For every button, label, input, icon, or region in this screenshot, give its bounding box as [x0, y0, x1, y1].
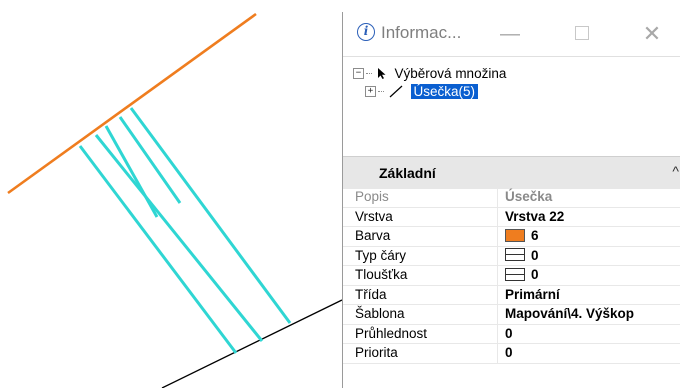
property-row-priorita[interactable]: Priorita 0: [343, 344, 680, 364]
property-label: Vrstva: [355, 208, 393, 224]
cyan-segment-3[interactable]: [104, 125, 159, 218]
lineweight-icon: [505, 267, 525, 281]
property-label: Průhlednost: [355, 325, 428, 341]
property-label: Šablona: [355, 306, 405, 321]
line-icon: [389, 85, 403, 98]
property-label: Tloušťka: [355, 267, 408, 282]
tree-label-selection-set: Výběrová množina: [394, 65, 507, 81]
close-button[interactable]: ✕: [637, 19, 667, 49]
property-row-vrstva[interactable]: Vrstva Vrstva 22: [343, 207, 680, 227]
tree-item-line[interactable]: + Úsečka(5): [365, 83, 479, 100]
property-row-barva[interactable]: Barva 6: [343, 227, 680, 247]
property-value: 6: [531, 228, 539, 243]
property-row-sablona[interactable]: Šablona Mapování\4. Výškop: [343, 305, 680, 325]
property-label: Typ čáry: [355, 247, 407, 263]
chevron-up-icon[interactable]: ^: [672, 163, 679, 179]
expand-toggle-icon[interactable]: +: [365, 85, 376, 97]
maximize-button[interactable]: [567, 19, 597, 49]
cyan-segment-1[interactable]: [78, 145, 238, 354]
tree-item-selection-set[interactable]: − Výběrová množina: [353, 65, 506, 82]
panel-titlebar[interactable]: i Informac... — ✕: [343, 12, 680, 56]
collapse-toggle-icon[interactable]: −: [353, 67, 364, 79]
panel-title: Informac...: [381, 23, 462, 42]
property-value: Mapování\4. Výškop: [505, 306, 635, 321]
black-boundary-line[interactable]: [161, 299, 343, 388]
section-title: Základní: [379, 165, 436, 181]
property-row-typ-cary[interactable]: Typ čáry 0: [343, 246, 680, 266]
linestyle-icon: [505, 248, 525, 262]
maximize-icon: [575, 26, 589, 41]
tree-label-line: Úsečka(5): [410, 83, 479, 99]
property-value: Vrstva 22: [505, 208, 565, 224]
property-value: Primární: [505, 286, 560, 302]
section-basic-header[interactable]: Základní ^: [343, 156, 680, 189]
info-icon: i: [357, 23, 375, 41]
property-value: 0: [505, 325, 513, 341]
selection-tree: − Výběrová množina + Úsečka(5): [343, 56, 680, 157]
property-row-popis[interactable]: Popis Úsečka: [343, 188, 680, 208]
properties-grid: Popis Úsečka Vrstva Vrstva 22 Barva 6 Ty…: [343, 188, 680, 364]
property-row-pruhlednost[interactable]: Průhlednost 0: [343, 324, 680, 344]
property-row-tloustka[interactable]: Tloušťka 0: [343, 266, 680, 286]
property-label: Třída: [355, 286, 387, 302]
property-value: 0: [505, 345, 513, 360]
color-swatch: [505, 228, 525, 242]
property-value: 0: [531, 267, 539, 282]
property-label: Barva: [355, 228, 391, 243]
orange-boundary-line[interactable]: [7, 12, 257, 195]
property-value: 0: [531, 247, 539, 263]
property-value: Úsečka: [505, 189, 553, 204]
pointer-icon: [377, 67, 386, 79]
property-label: Priorita: [355, 345, 398, 360]
cyan-segment-2[interactable]: [94, 134, 264, 342]
information-panel: i Informac... — ✕ − Výběrová množina + Ú…: [342, 12, 680, 388]
property-row-trida[interactable]: Třída Primární: [343, 285, 680, 305]
minimize-button[interactable]: —: [495, 19, 525, 49]
property-label: Popis: [355, 189, 389, 204]
